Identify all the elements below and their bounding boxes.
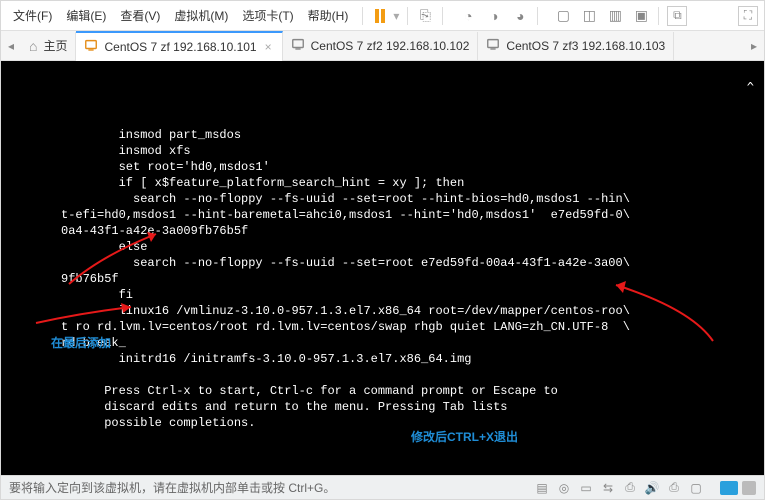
app-window: 文件(F) 编辑(E) 查看(V) 虚拟机(M) 选项卡(T) 帮助(H) ▾ … — [0, 0, 765, 500]
tab-label: 主页 — [43, 37, 67, 54]
device-sound-icon[interactable]: 🔊 — [644, 480, 660, 496]
separator — [658, 7, 659, 25]
statusbar: 要将输入定向到该虚拟机，请在虚拟机内部单击或按 Ctrl+G。 ▤ ◎ ▭ ⇆ … — [1, 475, 764, 499]
tab-vm-1[interactable]: CentOS 7 zf 192.168.10.101 × — [76, 31, 282, 61]
send-icon[interactable]: ⎘ — [416, 7, 434, 25]
scroll-up-icon: ^ — [747, 79, 754, 95]
tab-label: CentOS 7 zf3 192.168.10.103 — [506, 39, 665, 53]
fullscreen-button[interactable]: ⛶ — [738, 6, 758, 26]
tab-next-icon[interactable]: ▸ — [744, 39, 764, 53]
device-usb-icon[interactable]: ⎙ — [622, 480, 638, 496]
snapshot-revert-icon[interactable]: ◑ — [485, 7, 503, 25]
annotation-left: 在最后添加 — [51, 335, 111, 351]
device-floppy-icon[interactable]: ▭ — [578, 480, 594, 496]
close-icon[interactable]: × — [263, 40, 274, 54]
snapshot-take-icon[interactable]: ◔ — [459, 7, 477, 25]
device-net-icon[interactable]: ⇆ — [600, 480, 616, 496]
annotation-bottom: 修改后CTRL+X退出 — [411, 429, 518, 445]
menu-tabs[interactable]: 选项卡(T) — [236, 3, 299, 28]
snapshot-manage-icon[interactable]: ◕ — [511, 7, 529, 25]
view-thumb-icon[interactable]: ▣ — [632, 7, 650, 25]
tab-prev-icon[interactable]: ◂ — [1, 39, 21, 53]
status-square-icon — [742, 481, 756, 495]
menu-edit[interactable]: 编辑(E) — [60, 3, 112, 28]
tab-label: CentOS 7 zf2 192.168.10.102 — [311, 39, 470, 53]
status-text: 要将输入定向到该虚拟机，请在虚拟机内部单击或按 Ctrl+G。 — [9, 479, 335, 496]
vm-icon — [84, 38, 98, 55]
status-end — [720, 481, 756, 495]
view-grid-icon[interactable]: ▥ — [606, 7, 624, 25]
separator — [537, 7, 538, 25]
pause-button[interactable] — [371, 9, 389, 23]
device-hdd-icon[interactable]: ▤ — [534, 480, 550, 496]
device-cd-icon[interactable]: ◎ — [556, 480, 572, 496]
view-icons: ▢ ◫ ▥ ▣ — [554, 7, 650, 25]
tabbar: ◂ ⌂ 主页 CentOS 7 zf 192.168.10.101 × Cent… — [1, 31, 764, 61]
vm-icon — [486, 37, 500, 54]
separator — [442, 7, 443, 25]
separator — [407, 7, 408, 25]
tab-label: CentOS 7 zf 192.168.10.101 — [104, 40, 256, 54]
tab-vm-3[interactable]: CentOS 7 zf3 192.168.10.103 — [478, 32, 674, 60]
snapshot-icons: ◔ ◑ ◕ — [459, 7, 529, 25]
menu-view[interactable]: 查看(V) — [114, 3, 166, 28]
menu-file[interactable]: 文件(F) — [7, 3, 58, 28]
device-display-icon[interactable]: ▢ — [688, 480, 704, 496]
device-printer-icon[interactable]: ⎙ — [666, 480, 682, 496]
console-view-button[interactable]: ⧉ — [667, 6, 687, 26]
menubar: 文件(F) 编辑(E) 查看(V) 虚拟机(M) 选项卡(T) 帮助(H) ▾ … — [1, 1, 764, 31]
separator — [362, 7, 363, 25]
menu-help[interactable]: 帮助(H) — [302, 3, 355, 28]
vm-icon — [291, 37, 305, 54]
home-icon: ⌂ — [29, 38, 37, 54]
grub-text: insmod part_msdos insmod xfs set root='h… — [61, 128, 630, 430]
device-icons: ▤ ◎ ▭ ⇆ ⎙ 🔊 ⎙ ▢ — [534, 480, 704, 496]
view-split-icon[interactable]: ◫ — [580, 7, 598, 25]
tab-home[interactable]: ⌂ 主页 — [21, 32, 76, 60]
view-single-icon[interactable]: ▢ — [554, 7, 572, 25]
tab-vm-2[interactable]: CentOS 7 zf2 192.168.10.102 — [283, 32, 479, 60]
input-grab-icon[interactable] — [720, 481, 738, 495]
dropdown-caret-icon[interactable]: ▾ — [393, 9, 399, 23]
menu-vm[interactable]: 虚拟机(M) — [168, 3, 234, 28]
vm-console[interactable]: ^ insmod part_msdos insmod xfs set root=… — [1, 61, 764, 477]
